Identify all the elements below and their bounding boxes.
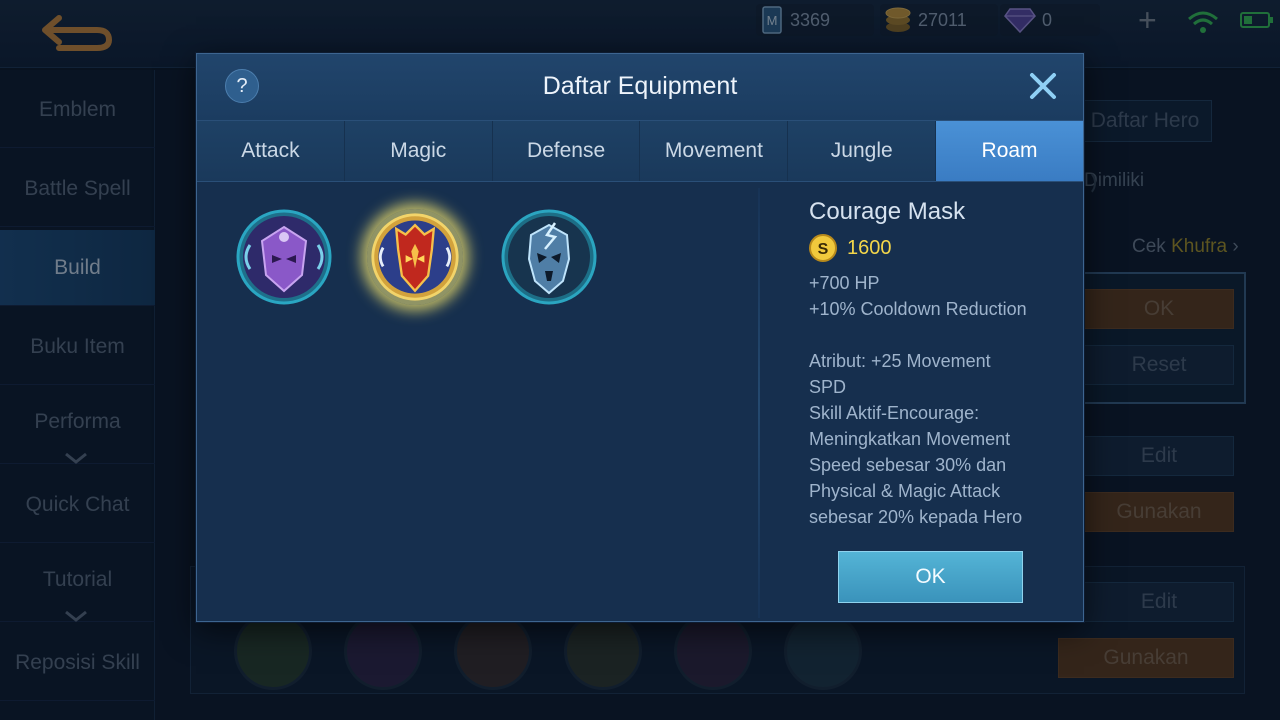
skill-line: Skill Aktif-Encourage:: [809, 403, 980, 423]
attribute-line: SPD: [809, 377, 847, 397]
tab-defense[interactable]: Defense: [492, 121, 641, 181]
price-row: S 1600: [809, 234, 892, 262]
ok-button[interactable]: OK: [838, 551, 1023, 603]
item-slot-selected[interactable]: [367, 209, 463, 305]
pane-divider: [758, 188, 760, 618]
item-grid: [197, 182, 757, 621]
tab-attack[interactable]: Attack: [197, 121, 345, 181]
blue-mask-icon: [501, 209, 597, 305]
skill-line: Speed sebesar 30% dan: [809, 455, 1007, 475]
item-price: 1600: [847, 236, 892, 259]
item-slot[interactable]: [501, 209, 597, 305]
modal-title: Daftar Equipment: [542, 72, 738, 100]
item-name: Courage Mask: [809, 198, 966, 225]
tab-jungle[interactable]: Jungle: [788, 121, 937, 181]
stat-line: +10% Cooldown Reduction: [809, 299, 1027, 319]
stat-line: +700 HP: [809, 273, 880, 293]
tab-magic[interactable]: Magic: [344, 121, 493, 181]
skill-line: Physical & Magic Attack: [809, 481, 1001, 501]
courage-mask-icon: [371, 213, 459, 301]
svg-text:S: S: [818, 241, 829, 258]
modal-content: Courage Mask S 1600 +700 HP +10% Cooldow…: [197, 182, 1083, 621]
close-button[interactable]: [1023, 66, 1063, 106]
modal-header: ? Daftar Equipment: [197, 54, 1083, 120]
close-icon: [1030, 73, 1056, 99]
gold-coin-icon: S: [809, 234, 837, 262]
equipment-modal: ? Daftar Equipment Attack Magic Defense …: [196, 53, 1084, 622]
skill-line: sebesar 20% kepada Hero: [809, 507, 1023, 527]
item-description: +700 HP +10% Cooldown Reduction Atribut:…: [809, 270, 1079, 530]
tab-roam[interactable]: Roam: [936, 121, 1083, 181]
attribute-line: Atribut: +25 Movement: [809, 351, 991, 371]
tab-movement[interactable]: Movement: [640, 121, 789, 181]
category-tabs: Attack Magic Defense Movement Jungle Roa…: [197, 120, 1083, 182]
skill-line: Meningkatkan Movement: [809, 429, 1011, 449]
item-slot[interactable]: [236, 209, 332, 305]
purple-mask-icon: [236, 209, 332, 305]
